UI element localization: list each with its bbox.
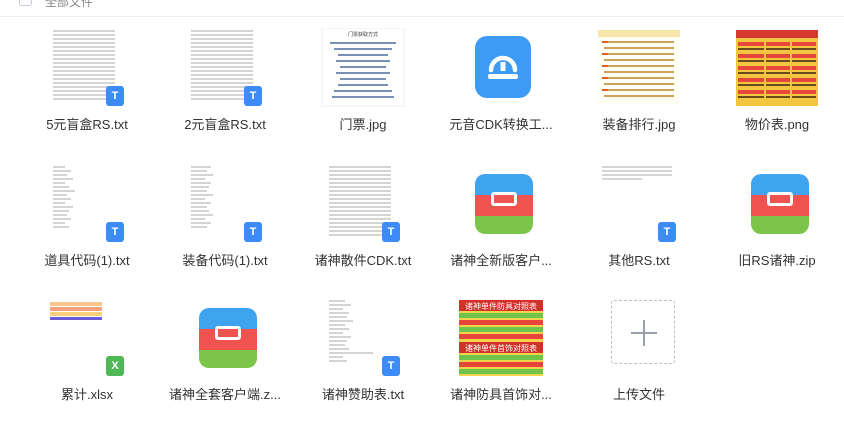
file-tile[interactable]: T 装备代码(1).txt <box>158 158 292 286</box>
file-tile[interactable]: 诸神全套客户端.z... <box>158 292 292 420</box>
file-tile[interactable]: T 其他RS.txt <box>572 158 706 286</box>
thumb-banner-2: 诸神单件首饰对照表 <box>465 343 537 353</box>
file-tile[interactable]: T 诸神赞助表.txt <box>296 292 430 420</box>
txt-badge-icon: T <box>244 222 262 242</box>
file-grid: T 5元盲盒RS.txt T 2元盲盒RS.txt 门票获取方式 门票.jpg … <box>20 22 840 431</box>
file-list-header: 全部文件 <box>0 0 844 17</box>
txt-file-icon: T <box>40 164 134 244</box>
file-name[interactable]: 诸神全套客户端.z... <box>158 386 292 404</box>
zip-file-icon <box>178 298 272 378</box>
archive-icon <box>751 174 809 234</box>
file-name[interactable]: 累计.xlsx <box>20 386 154 404</box>
txt-badge-icon: T <box>382 222 400 242</box>
file-name[interactable]: 2元盲盒RS.txt <box>158 116 292 134</box>
xlsx-badge-icon: X <box>106 356 124 376</box>
select-all-label: 全部文件 <box>45 0 94 9</box>
image-thumbnail <box>730 28 824 108</box>
file-name[interactable]: 旧RS诸神.zip <box>710 252 844 270</box>
file-name[interactable]: 门票.jpg <box>296 116 430 134</box>
txt-file-icon: T <box>592 164 686 244</box>
file-name[interactable]: 装备排行.jpg <box>572 116 706 134</box>
file-name[interactable]: 诸神赞助表.txt <box>296 386 430 404</box>
zip-file-icon <box>454 164 548 244</box>
file-name[interactable]: 诸神全新版客户... <box>434 252 568 270</box>
txt-badge-icon: T <box>382 356 400 376</box>
balance-scale-icon <box>475 36 531 98</box>
file-tile[interactable]: T 诸神散件CDK.txt <box>296 158 430 286</box>
armor-table-preview: 诸神单件防具对照表 诸神单件首饰对照表 <box>459 300 543 376</box>
image-thumbnail <box>592 28 686 108</box>
app-file-icon <box>454 28 548 108</box>
upload-label[interactable]: 上传文件 <box>572 386 706 404</box>
file-name[interactable]: 道具代码(1).txt <box>20 252 154 270</box>
file-tile[interactable]: 旧RS诸神.zip <box>710 158 844 286</box>
txt-badge-icon: T <box>106 86 124 106</box>
txt-file-icon: T <box>40 28 134 108</box>
upload-tile[interactable]: 上传文件 <box>572 292 706 420</box>
file-tile[interactable]: X 累计.xlsx <box>20 292 154 420</box>
file-tile[interactable]: T 道具代码(1).txt <box>20 158 154 286</box>
file-tile[interactable]: 元音CDK转换工... <box>434 22 568 150</box>
ticket-image-preview: 门票获取方式 <box>321 27 405 107</box>
xlsx-file-icon: X <box>40 298 134 378</box>
select-all-checkbox[interactable] <box>19 0 32 6</box>
file-tile[interactable]: T 2元盲盒RS.txt <box>158 22 292 150</box>
txt-badge-icon: T <box>244 86 262 106</box>
file-name[interactable]: 5元盲盒RS.txt <box>20 116 154 134</box>
txt-badge-icon: T <box>658 222 676 242</box>
image-thumbnail: 门票获取方式 <box>316 27 410 108</box>
file-tile[interactable]: 诸神全新版客户... <box>434 158 568 286</box>
txt-file-icon: T <box>316 298 410 378</box>
file-tile[interactable]: 诸神单件防具对照表 诸神单件首饰对照表 诸神防具首饰对... <box>434 292 568 420</box>
file-tile[interactable]: 门票获取方式 门票.jpg <box>296 22 430 150</box>
file-tile[interactable]: T 5元盲盒RS.txt <box>20 22 154 150</box>
archive-icon <box>475 174 533 234</box>
file-tile[interactable]: 装备排行.jpg <box>572 22 706 150</box>
file-name[interactable]: 诸神散件CDK.txt <box>296 252 430 270</box>
file-tile[interactable]: 物价表.png <box>710 22 844 150</box>
file-name[interactable]: 元音CDK转换工... <box>434 116 568 134</box>
thumb-title: 门票获取方式 <box>348 31 378 38</box>
file-name[interactable]: 物价表.png <box>710 116 844 134</box>
txt-file-icon: T <box>178 164 272 244</box>
upload-button[interactable] <box>611 300 675 364</box>
file-name[interactable]: 诸神防具首饰对... <box>434 386 568 404</box>
txt-file-icon: T <box>316 164 410 244</box>
archive-icon <box>199 308 257 368</box>
txt-file-icon: T <box>178 28 272 108</box>
zip-file-icon <box>730 164 824 244</box>
price-table-preview <box>736 30 818 106</box>
ranking-image-preview <box>598 30 680 104</box>
txt-badge-icon: T <box>106 222 124 242</box>
file-name[interactable]: 其他RS.txt <box>572 252 706 270</box>
thumb-banner-1: 诸神单件防具对照表 <box>465 301 537 311</box>
image-thumbnail: 诸神单件防具对照表 诸神单件首饰对照表 <box>454 298 548 378</box>
file-name[interactable]: 装备代码(1).txt <box>158 252 292 270</box>
